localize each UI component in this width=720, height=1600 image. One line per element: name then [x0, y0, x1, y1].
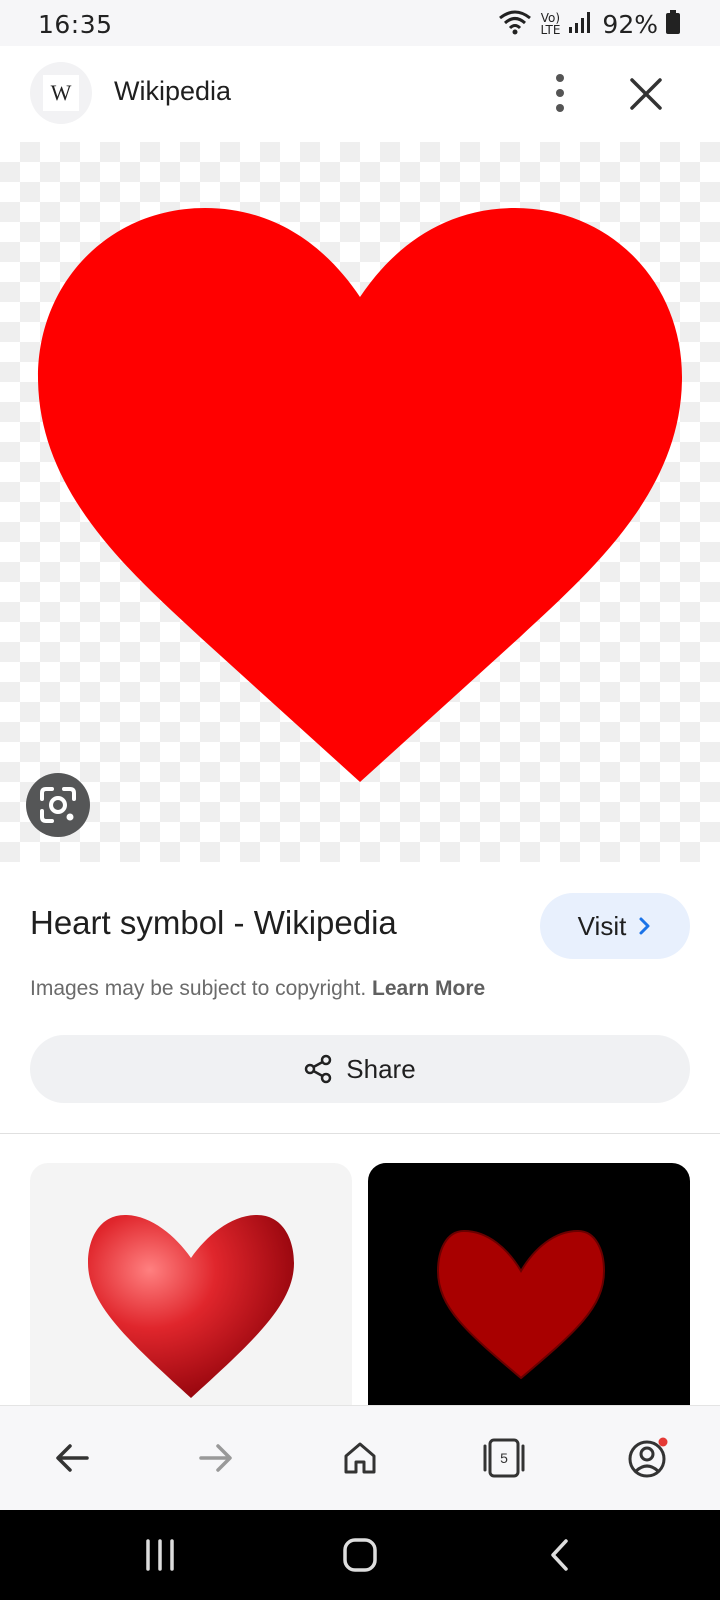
forward-button[interactable]: [186, 1428, 246, 1488]
result-title[interactable]: Heart symbol - Wikipedia: [30, 904, 397, 942]
heart-3d-image: [88, 1215, 294, 1398]
google-lens-icon: [40, 787, 76, 823]
system-home-button[interactable]: [335, 1535, 385, 1575]
related-image-thumbnail[interactable]: [368, 1163, 690, 1406]
signal-icon: [568, 11, 594, 38]
share-button[interactable]: Share: [30, 1035, 690, 1103]
result-image[interactable]: [0, 142, 720, 862]
browser-bottom-nav: 5: [0, 1405, 720, 1511]
forward-arrow-icon: [199, 1444, 232, 1472]
tabs-button[interactable]: 5: [474, 1428, 534, 1488]
account-icon: [628, 1437, 668, 1478]
system-back-button[interactable]: [535, 1535, 585, 1575]
heart-dark-image: [436, 1229, 606, 1380]
tab-count: 5: [500, 1450, 508, 1466]
close-icon: [630, 78, 662, 110]
battery-percent: 92%: [602, 9, 658, 39]
site-name[interactable]: Wikipedia: [114, 76, 231, 107]
home-button[interactable]: [330, 1428, 390, 1488]
site-favicon[interactable]: W: [30, 62, 92, 124]
learn-more-link[interactable]: Learn More: [372, 977, 485, 1000]
section-divider: [0, 1133, 720, 1134]
chevron-right-icon: [639, 917, 650, 935]
system-back-icon: [551, 1539, 568, 1571]
volte-icon: Vo) LTE: [540, 11, 561, 37]
battery-icon: [666, 9, 680, 39]
more-vert-icon: [556, 74, 564, 112]
visit-button[interactable]: Visit: [540, 893, 690, 959]
google-lens-button[interactable]: [26, 773, 90, 837]
wikipedia-logo-icon: W: [43, 75, 79, 111]
home-icon: [344, 1442, 376, 1474]
system-nav-bar: [0, 1510, 720, 1600]
copyright-notice: Images may be subject to copyright. Lear…: [30, 977, 485, 1001]
account-button[interactable]: [618, 1428, 678, 1488]
more-options-button[interactable]: [540, 68, 580, 118]
visit-label: Visit: [577, 910, 627, 941]
close-button[interactable]: [624, 72, 668, 116]
recents-icon: [146, 1539, 174, 1571]
status-time: 16:35: [38, 10, 113, 39]
wifi-icon: [498, 9, 532, 40]
page-header: W Wikipedia: [0, 46, 720, 142]
related-image-thumbnail[interactable]: [30, 1163, 352, 1406]
share-icon: [305, 1054, 332, 1084]
heart-image: [38, 208, 682, 782]
status-bar: 16:35 Vo) LTE 92%: [0, 0, 720, 46]
copyright-text: Images may be subject to copyright.: [30, 977, 367, 1000]
back-arrow-icon: [56, 1444, 89, 1472]
recents-button[interactable]: [135, 1535, 185, 1575]
system-home-icon: [343, 1538, 377, 1572]
back-button[interactable]: [42, 1428, 102, 1488]
share-label: Share: [346, 1053, 416, 1084]
status-icons: Vo) LTE 92%: [498, 8, 680, 40]
